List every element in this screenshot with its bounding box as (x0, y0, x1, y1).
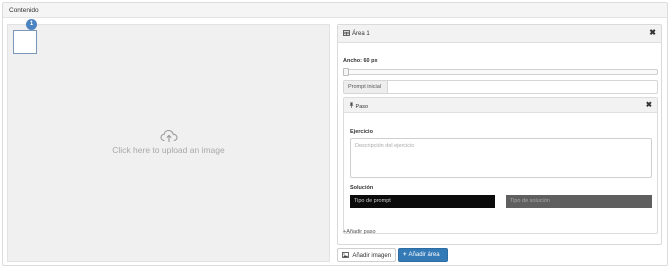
area-box[interactable]: 1 (13, 19, 37, 54)
add-image-label: Añadir imagen (352, 253, 392, 259)
prompt-type-select[interactable]: Tipo de prompt (350, 195, 495, 208)
step-title: Paso (355, 104, 369, 110)
step-panel: Paso ✖ Ejercicio Descripción del ejercic… (343, 97, 658, 234)
width-label: Ancho: 60 px (343, 58, 378, 64)
area-title: Área 1 (352, 31, 370, 37)
add-area-button[interactable]: + Añadir área (398, 248, 448, 262)
upload-dropzone[interactable]: Click here to upload an image (8, 129, 329, 155)
solution-type-select[interactable]: Tipo de solución (506, 195, 652, 208)
plus-icon: + (403, 252, 407, 258)
exercise-textarea[interactable]: Descripción del ejercicio (350, 138, 652, 178)
add-step-link[interactable]: +Añadir paso (343, 229, 376, 235)
initial-prompt-label: Prompt inicial (344, 81, 388, 93)
solution-label: Solución (350, 185, 374, 191)
add-step-label: Añadir paso (346, 229, 376, 235)
area-panel: Área 1 ✖ Ancho: 60 px Prompt inicial Pas… (337, 24, 662, 245)
add-image-button[interactable]: Añadir imagen (337, 248, 396, 262)
exercise-label: Ejercicio (350, 129, 373, 135)
image-icon (342, 252, 352, 259)
table-icon (343, 30, 350, 38)
image-canvas[interactable]: 1 Click here to upload an image (7, 19, 330, 262)
add-area-label: Añadir área (408, 252, 440, 258)
width-slider[interactable] (343, 68, 658, 76)
close-step-icon[interactable]: ✖ (646, 100, 652, 109)
cloud-upload-icon (159, 129, 178, 142)
step-header: Paso ✖ (344, 98, 657, 113)
initial-prompt-field[interactable]: Prompt inicial (343, 80, 658, 94)
upload-text: Click here to upload an image (112, 145, 225, 155)
area-badge: 1 (26, 19, 37, 30)
panel-title: Contenido (3, 3, 667, 18)
slider-handle[interactable] (343, 68, 349, 76)
area-header: Área 1 ✖ (338, 25, 661, 43)
close-area-icon[interactable]: ✖ (649, 28, 656, 37)
